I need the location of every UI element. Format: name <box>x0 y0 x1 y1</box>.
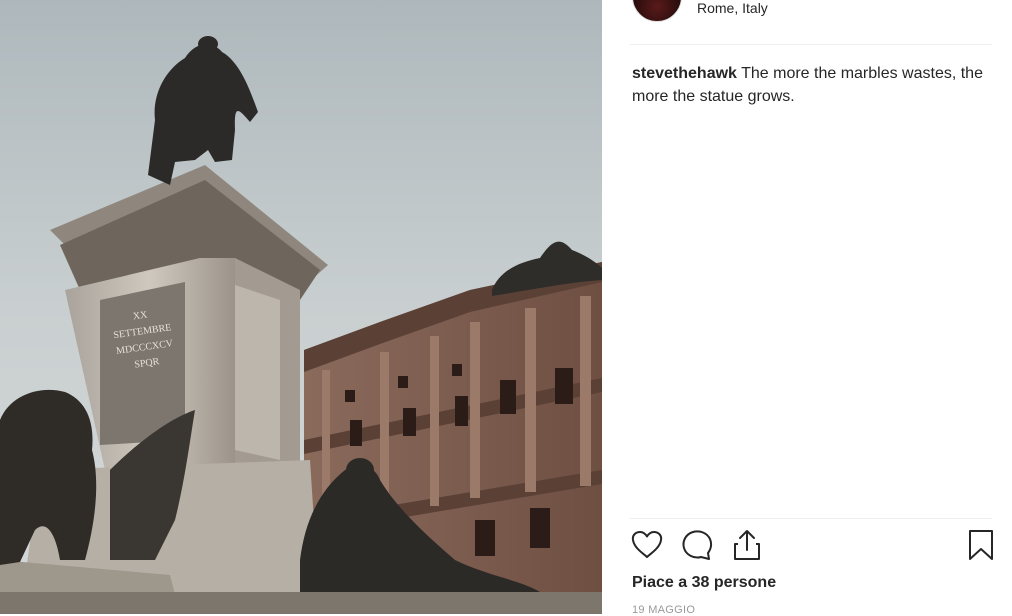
bookmark-icon[interactable] <box>964 528 998 564</box>
comment-bubble-icon[interactable] <box>680 528 714 564</box>
divider <box>630 44 992 45</box>
caption-username[interactable]: stevethehawk <box>632 65 737 82</box>
post-location[interactable]: Rome, Italy <box>697 0 768 16</box>
post-action-bar <box>630 528 994 564</box>
likes-count[interactable]: Piace a 38 persone <box>632 574 776 592</box>
post-date[interactable]: 19 MAGGIO <box>632 604 695 616</box>
post-caption: stevethehawk The more the marbles wastes… <box>632 62 992 108</box>
divider <box>630 518 992 519</box>
inscription-line: XX <box>132 309 149 322</box>
share-upload-icon[interactable] <box>730 528 764 564</box>
statue-photo-image: XX SETTEMBRE MDCCCXCV SPQR <box>0 0 602 614</box>
heart-icon[interactable] <box>630 528 664 564</box>
post-details-panel: Rome, Italy stevethehawk The more the ma… <box>602 0 1012 616</box>
avatar[interactable] <box>632 0 682 22</box>
post-photo[interactable]: XX SETTEMBRE MDCCCXCV SPQR <box>0 0 602 614</box>
